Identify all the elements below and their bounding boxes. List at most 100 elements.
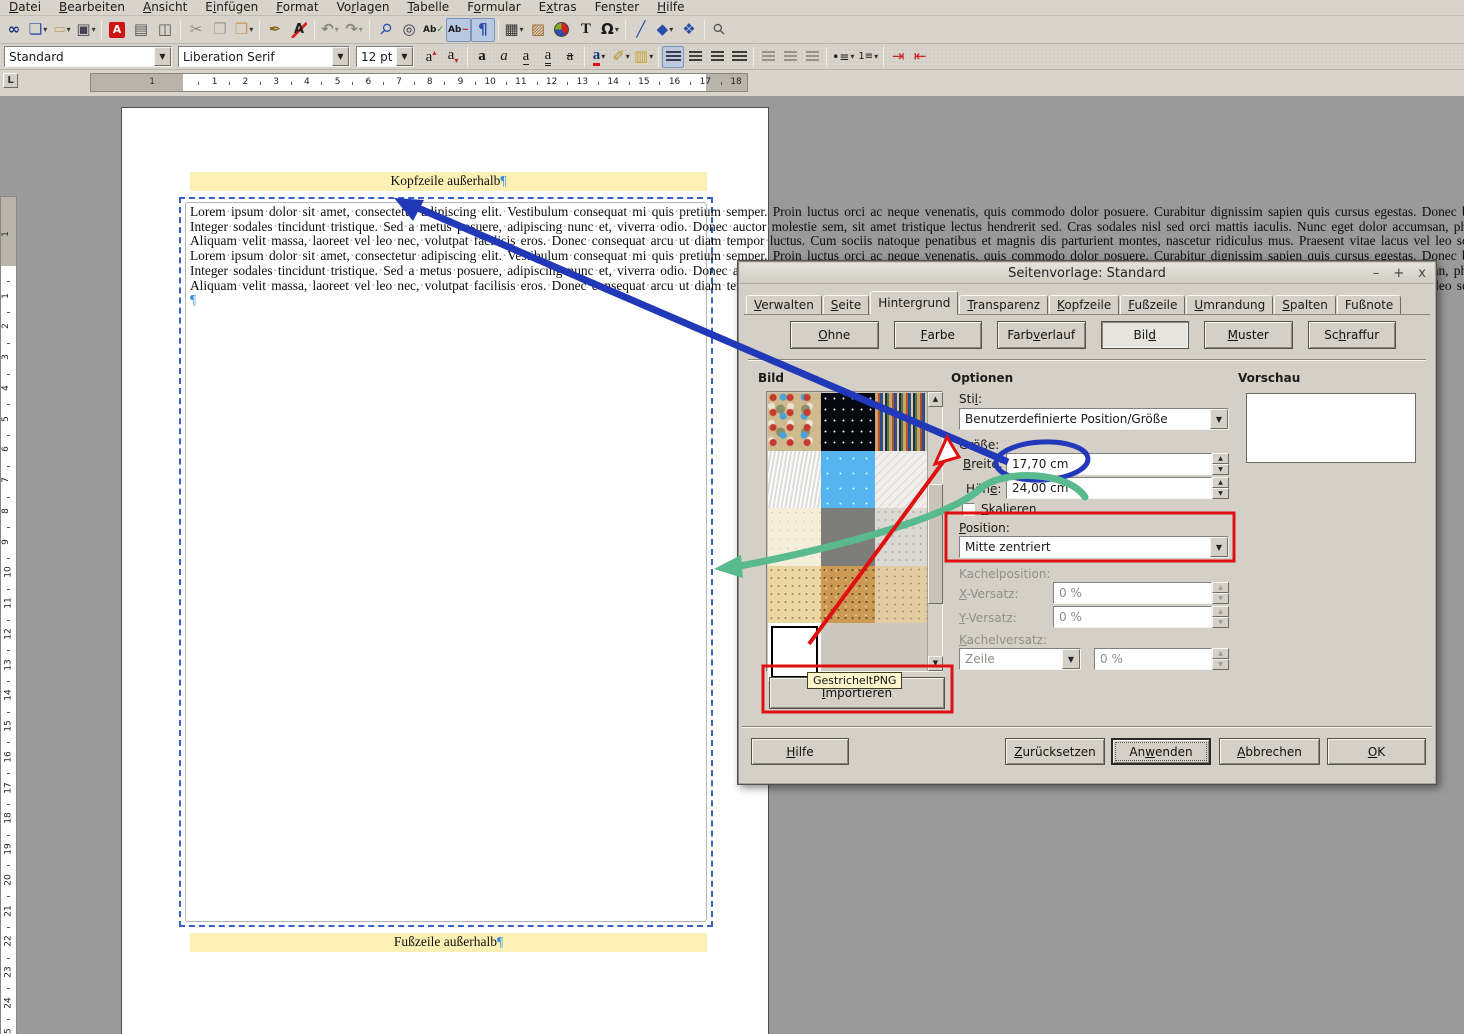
minimize-icon[interactable]: – [1373, 266, 1380, 281]
document-body-text[interactable]: Lorem·ipsum·dolor·sit·amet,·consectetur·… [190, 205, 707, 308]
position-dropdown[interactable]: Mitte zentriert ▼ [959, 536, 1229, 558]
stil-dropdown[interactable]: Benutzerdefinierte Position/Größe ▼ [959, 408, 1229, 430]
menu-datei[interactable]: Datei [0, 0, 50, 16]
ok-button[interactable]: OK [1327, 738, 1426, 765]
font-color-icon[interactable]: a▾ [588, 46, 610, 68]
thumbnail-night-sky[interactable] [821, 393, 874, 451]
anwenden-button[interactable]: Anwenden [1111, 738, 1211, 765]
tab-spalten[interactable]: Spalten [1274, 295, 1336, 315]
thumbnail-ochre-speckle[interactable] [821, 566, 874, 624]
tab-kopfzeile[interactable]: Kopfzeile [1049, 295, 1119, 315]
font-name-combo[interactable]: Liberation Serif ▼ [178, 46, 350, 67]
abbrechen-button[interactable]: Abbrechen [1219, 738, 1320, 765]
print-icon[interactable]: ▤ [129, 18, 153, 42]
insert-table-icon[interactable]: ▦▾ [502, 18, 526, 42]
new-document-icon[interactable]: ❏▾ [26, 18, 50, 42]
thumbnail-white-marble[interactable] [875, 451, 928, 509]
thumbnail-ivory[interactable] [768, 508, 821, 566]
chevron-down-icon[interactable]: ▼ [396, 47, 413, 66]
special-character-icon[interactable]: Ω▾ [598, 18, 622, 42]
hoehe-spinner[interactable]: ▲▼ [1212, 477, 1229, 499]
scroll-down-icon[interactable]: ▼ [928, 656, 943, 671]
find-toolbar-icon[interactable]: ∞ [2, 18, 26, 42]
insert-chart-icon[interactable] [550, 18, 574, 42]
tab-verwalten[interactable]: Verwalten [746, 295, 822, 315]
align-center-icon[interactable] [684, 46, 706, 68]
auto-spellcheck-icon[interactable]: Ab~ [446, 18, 471, 42]
basic-shapes-icon[interactable]: ◆▾ [653, 18, 677, 42]
underline-icon[interactable]: a [515, 46, 537, 68]
chevron-down-icon[interactable]: ▼ [154, 47, 171, 66]
type-button-farbverlauf[interactable]: Farbverlauf [997, 321, 1086, 349]
tab-umrandung[interactable]: Umrandung [1186, 295, 1273, 315]
type-button-schraffur[interactable]: Schraffur [1308, 321, 1397, 349]
skalieren-checkbox[interactable] [962, 503, 975, 516]
find-replace-icon[interactable]: ⚲ [373, 18, 397, 42]
scrollbar-vertical[interactable]: ▲ ▼ [927, 392, 942, 671]
zoom-icon[interactable]: ⚲ [708, 18, 732, 42]
clone-formatting-icon[interactable]: ✒ [263, 18, 287, 42]
spelling-icon[interactable]: Ab✓ [421, 18, 446, 42]
superscript-icon[interactable]: a▴ [420, 46, 442, 68]
vertical-ruler[interactable]: 1123456789101112131415161718192021222324… [0, 196, 17, 1034]
page-header[interactable]: Kopfzeile außerhalb¶ [190, 172, 707, 191]
type-button-farbe[interactable]: Farbe [894, 321, 983, 349]
tab-fuzeile[interactable]: Fußzeile [1120, 295, 1185, 315]
chevron-down-icon[interactable]: ▼ [1210, 409, 1228, 429]
decrease-indent-icon[interactable]: ⇤ [909, 46, 931, 68]
export-pdf-icon[interactable]: A [105, 18, 129, 42]
tab-seite[interactable]: Seite [823, 295, 869, 315]
zurcksetzen-button[interactable]: Zurücksetzen [1005, 738, 1105, 765]
hoehe-field[interactable]: 24,00 cm [1006, 477, 1212, 499]
scroll-up-icon[interactable]: ▲ [928, 392, 943, 407]
formatting-marks-icon[interactable]: ¶ [471, 18, 495, 42]
character-background-icon[interactable]: ▥▾ [632, 46, 655, 68]
insert-textbox-icon[interactable]: T [574, 18, 598, 42]
tab-funote[interactable]: Fußnote [1337, 295, 1401, 315]
navigator-icon[interactable]: ◎ [397, 18, 421, 42]
bullet-list-icon[interactable]: •≡▾ [830, 46, 856, 68]
horizontal-ruler[interactable]: 1123456789101112131415161718 [90, 73, 748, 92]
breite-spinner[interactable]: ▲▼ [1212, 453, 1229, 475]
tab-stop-selector[interactable]: L [3, 73, 18, 88]
double-underline-icon[interactable]: a [537, 46, 559, 68]
thumbnail-floral[interactable] [768, 393, 821, 451]
dialog-titlebar[interactable]: Seitenvorlage: Standard – + x [740, 263, 1434, 284]
tab-hintergrund[interactable]: Hintergrund [870, 291, 958, 315]
justify-icon[interactable] [728, 46, 750, 68]
clear-formatting-icon[interactable]: A [287, 18, 311, 42]
menu-ansicht[interactable]: Ansicht [134, 0, 196, 16]
menu-hilfe[interactable]: Hilfe [648, 0, 693, 16]
hilfe-button[interactable]: Hilfe [751, 738, 849, 765]
insert-line-icon[interactable]: ╱ [629, 18, 653, 42]
tab-transparenz[interactable]: Transparenz [959, 295, 1048, 315]
thumbnail-color-stripes[interactable] [875, 393, 928, 451]
align-left-icon[interactable] [662, 46, 684, 68]
paragraph-style-combo[interactable]: Standard ▼ [4, 46, 172, 67]
thumbnail-light-sand[interactable] [768, 566, 821, 624]
print-preview-icon[interactable]: ◫ [153, 18, 177, 42]
subscript-icon[interactable]: a▾ [442, 46, 464, 68]
thumbnail-light-paper[interactable] [768, 451, 821, 509]
page-footer[interactable]: Fußzeile außerhalb¶ [190, 933, 707, 952]
type-button-ohne[interactable]: Ohne [790, 321, 879, 349]
chevron-down-icon[interactable]: ▼ [332, 47, 349, 66]
paste-icon[interactable]: ❒▾ [232, 18, 256, 42]
image-thumbnail-list[interactable]: ▲ ▼ [766, 391, 943, 672]
open-icon[interactable]: ▭▾ [50, 18, 74, 42]
scrollbar-thumb[interactable] [928, 484, 943, 604]
type-button-bild[interactable]: Bild [1101, 321, 1190, 349]
align-right-icon[interactable] [706, 46, 728, 68]
menu-format[interactable]: Format [267, 0, 327, 16]
menu-bearbeiten[interactable]: Bearbeiten [50, 0, 134, 16]
numbered-list-icon[interactable]: 1≡▾ [856, 46, 880, 68]
save-icon[interactable]: ▣▾ [74, 18, 98, 42]
italic-icon[interactable]: a [493, 46, 515, 68]
insert-image-icon[interactable]: ▨ [526, 18, 550, 42]
maximize-icon[interactable]: + [1393, 266, 1404, 281]
document-page[interactable]: Kopfzeile außerhalb¶ Lorem·ipsum·dolor·s… [122, 108, 768, 1034]
draw-functions-icon[interactable]: ❖ [677, 18, 701, 42]
menu-formular[interactable]: Formular [458, 0, 529, 16]
menu-vorlagen[interactable]: Vorlagen [328, 0, 399, 16]
bold-icon[interactable]: a [471, 46, 493, 68]
